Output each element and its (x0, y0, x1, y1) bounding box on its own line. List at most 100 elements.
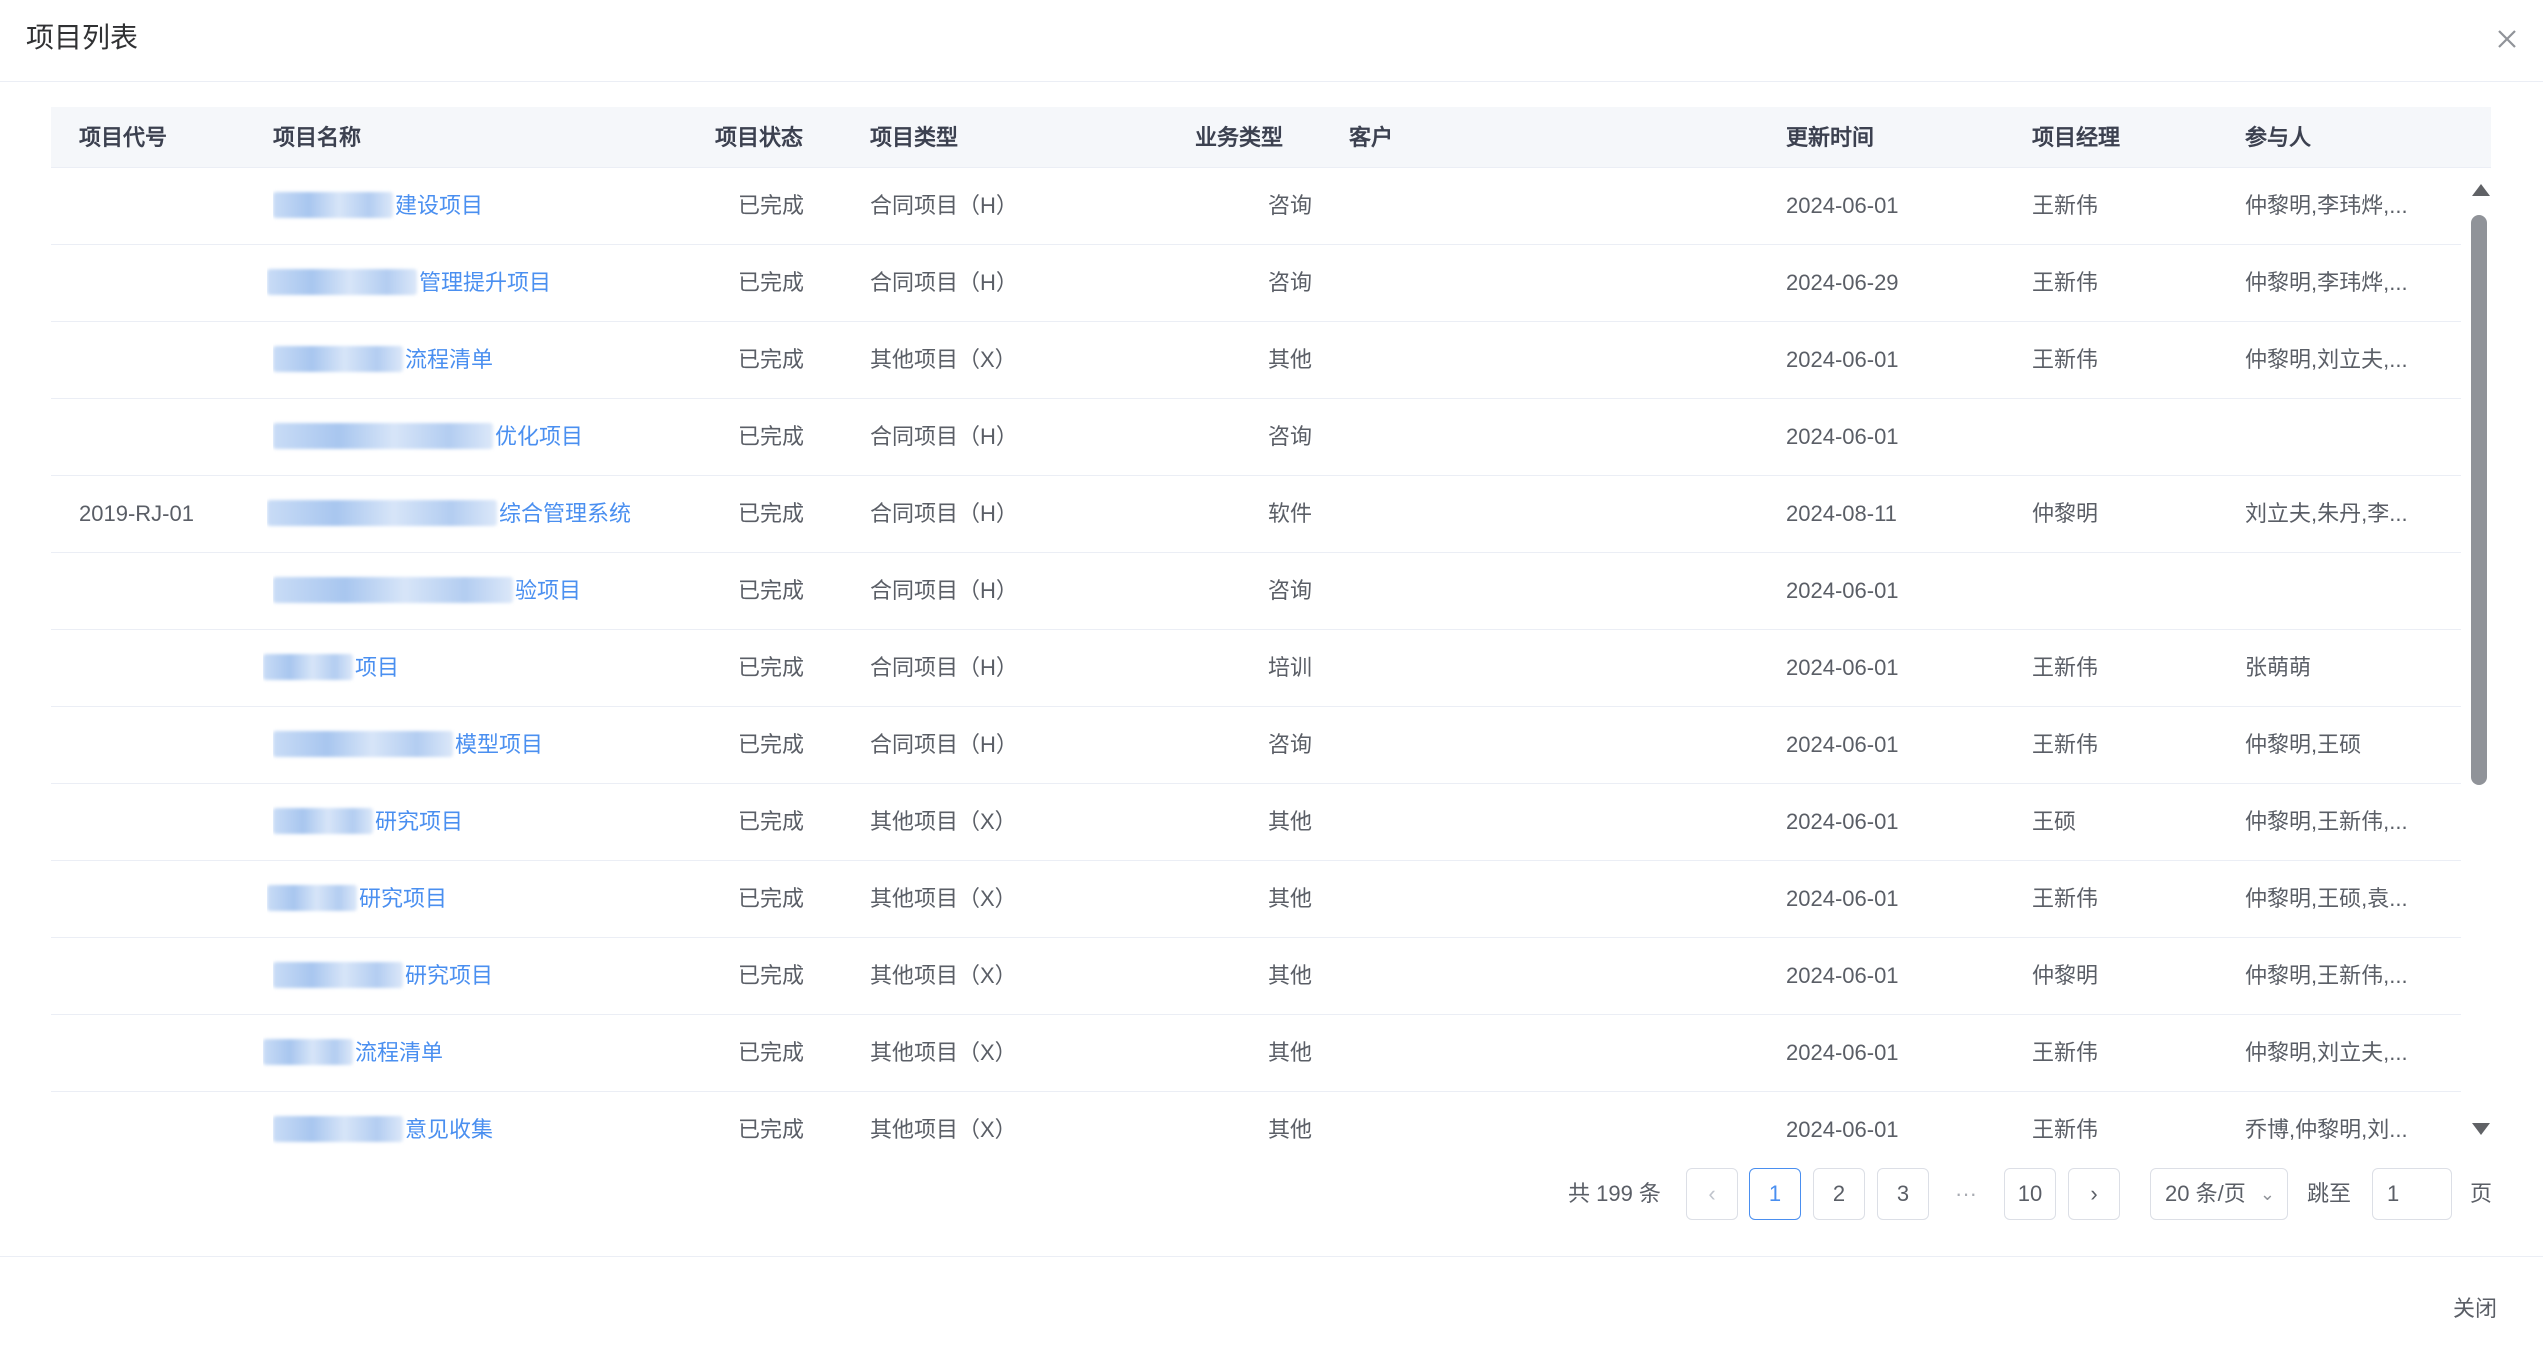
cell-name[interactable]: 项目 (263, 630, 683, 706)
scroll-down-icon[interactable] (2472, 1123, 2490, 1135)
cell-status: 已完成 (737, 963, 804, 988)
cell-status: 已完成 (737, 347, 804, 372)
redacted-name-prefix (263, 1039, 353, 1066)
cell-manager: 仲黎明 (2032, 501, 2099, 526)
cell-status: 已完成 (737, 501, 804, 526)
pagination-ellipsis[interactable]: ··· (1940, 1168, 1992, 1220)
cell-code: 2019-RJ-01 (79, 501, 194, 526)
cell-customer (1349, 399, 1769, 475)
next-page-button[interactable]: › (2068, 1168, 2120, 1220)
cell-name[interactable]: 流程清单 (273, 322, 693, 398)
cell-code (79, 322, 259, 398)
cell-status: 已完成 (737, 732, 804, 757)
page-button-2[interactable]: 2 (1813, 1168, 1865, 1220)
cell-name[interactable]: 验项目 (273, 553, 693, 629)
cell-members: 仲黎明,王硕 (2245, 732, 2362, 757)
cell-manager: 王新伟 (2032, 1117, 2099, 1142)
cell-customer (1349, 1092, 1769, 1151)
table-row: 建设项目 已完成 合同项目（H） 咨询 2024-06-01 王新伟 仲黎明,李玮烨,... (51, 168, 2461, 245)
cell-name[interactable]: 综合管理系统 (267, 476, 687, 552)
page-button-1[interactable]: 1 (1749, 1168, 1801, 1220)
cell-type: 合同项目（H） (870, 655, 1018, 680)
cell-customer (1349, 707, 1769, 783)
cell-code (79, 1092, 259, 1151)
cell-type: 其他项目（X） (870, 886, 1017, 911)
project-name-text: 项目 (355, 655, 400, 680)
cell-code (79, 938, 259, 1014)
cell-type: 其他项目（X） (870, 963, 1017, 988)
scroll-up-icon[interactable] (2472, 184, 2490, 196)
cell-name[interactable]: 研究项目 (273, 938, 693, 1014)
cell-type: 其他项目（X） (870, 809, 1017, 834)
table-row: 优化项目 已完成 合同项目（H） 咨询 2024-06-01 (51, 399, 2461, 476)
cell-name[interactable]: 意见收集 (273, 1092, 693, 1151)
col-header-name: 项目名称 (273, 125, 362, 150)
cell-updated: 2024-06-29 (1786, 270, 1899, 295)
cell-status: 已完成 (737, 270, 804, 295)
cell-manager: 王新伟 (2032, 732, 2099, 757)
cell-code (79, 784, 259, 860)
cell-name[interactable]: 研究项目 (267, 861, 687, 937)
cell-customer (1349, 1015, 1769, 1091)
table-row: 管理提升项目 已完成 合同项目（H） 咨询 2024-06-29 王新伟 仲黎明,李玮烨,.… (51, 245, 2461, 322)
cell-customer (1349, 322, 1769, 398)
page-button-3[interactable]: 3 (1877, 1168, 1929, 1220)
cell-members: 刘立夫,朱丹,李... (2245, 501, 2408, 526)
cell-updated: 2024-06-01 (1786, 809, 1899, 834)
cell-customer (1349, 476, 1769, 552)
table-row: 研究项目 已完成 其他项目（X） 其他 2024-06-01 王新伟 仲黎明,王硕,袁... (51, 861, 2461, 938)
cell-members: 张萌萌 (2245, 655, 2312, 680)
redacted-name-prefix (273, 192, 393, 219)
cell-updated: 2024-06-01 (1786, 1117, 1899, 1142)
chevron-right-icon: › (2090, 1181, 2098, 1206)
cell-members (2245, 399, 2459, 475)
cell-type: 合同项目（H） (870, 732, 1018, 757)
table-row: 模型项目 已完成 合同项目（H） 咨询 2024-06-01 王新伟 仲黎明,王硕 (51, 707, 2461, 784)
cell-name[interactable]: 优化项目 (273, 399, 693, 475)
cell-type: 其他项目（X） (870, 1040, 1017, 1065)
cell-status: 已完成 (737, 193, 804, 218)
cell-name[interactable]: 研究项目 (273, 784, 693, 860)
table-row: 2019-RJ-01 综合管理系统 已完成 合同项目（H） 软件 2024-08-11 仲黎… (51, 476, 2461, 553)
cell-status: 已完成 (737, 809, 804, 834)
cell-type: 其他项目（X） (870, 1117, 1017, 1142)
cell-name[interactable]: 模型项目 (273, 707, 693, 783)
col-header-code: 项目代号 (79, 125, 168, 150)
cell-updated: 2024-06-01 (1786, 424, 1899, 449)
cell-code (79, 168, 259, 244)
close-icon[interactable] (2490, 22, 2524, 56)
scrollbar-track[interactable] (2519, 175, 2541, 1151)
cell-name[interactable]: 流程清单 (263, 1015, 683, 1091)
scrollbar-thumb[interactable] (2471, 215, 2487, 785)
table-row: 意见收集 已完成 其他项目（X） 其他 2024-06-01 王新伟 乔博,仲黎明,刘... (51, 1092, 2461, 1151)
cell-manager (2032, 553, 2232, 629)
project-table: 项目代号 项目名称 项目状态 项目类型 业务类型 客户 更新时间 项目经理 参与… (51, 107, 2491, 1151)
jump-page-input[interactable] (2372, 1168, 2452, 1220)
cell-type: 合同项目（H） (870, 578, 1018, 603)
project-name-text: 优化项目 (495, 424, 584, 449)
cell-name[interactable]: 建设项目 (273, 168, 693, 244)
page-size-select[interactable]: 20 条/页 ⌄ (2150, 1168, 2288, 1220)
project-name-text: 管理提升项目 (419, 270, 552, 295)
page-button-10[interactable]: 10 (2004, 1168, 2056, 1220)
cell-manager: 王新伟 (2032, 655, 2099, 680)
cell-manager: 王新伟 (2032, 886, 2099, 911)
col-header-members: 参与人 (2245, 125, 2312, 150)
project-name-text: 研究项目 (405, 963, 494, 988)
cell-status: 已完成 (737, 1117, 804, 1142)
cell-manager: 王新伟 (2032, 347, 2099, 372)
col-header-biz: 业务类型 (1195, 125, 1284, 150)
cell-type: 合同项目（H） (870, 424, 1018, 449)
table-header: 项目代号 项目名称 项目状态 项目类型 业务类型 客户 更新时间 项目经理 参与… (51, 107, 2491, 168)
redacted-name-prefix (273, 577, 513, 604)
cell-name[interactable]: 管理提升项目 (267, 245, 687, 321)
page-size-value: 20 条/页 (2165, 1181, 2246, 1206)
redacted-name-prefix (273, 1116, 403, 1143)
prev-page-button[interactable]: ‹ (1686, 1168, 1738, 1220)
cell-manager: 王硕 (2032, 809, 2077, 834)
close-button[interactable]: 关闭 (2430, 1285, 2520, 1333)
project-name-text: 意见收集 (405, 1117, 494, 1142)
redacted-name-prefix (273, 962, 403, 989)
col-header-customer: 客户 (1349, 125, 1394, 150)
page-unit-label: 页 (2470, 1181, 2493, 1206)
